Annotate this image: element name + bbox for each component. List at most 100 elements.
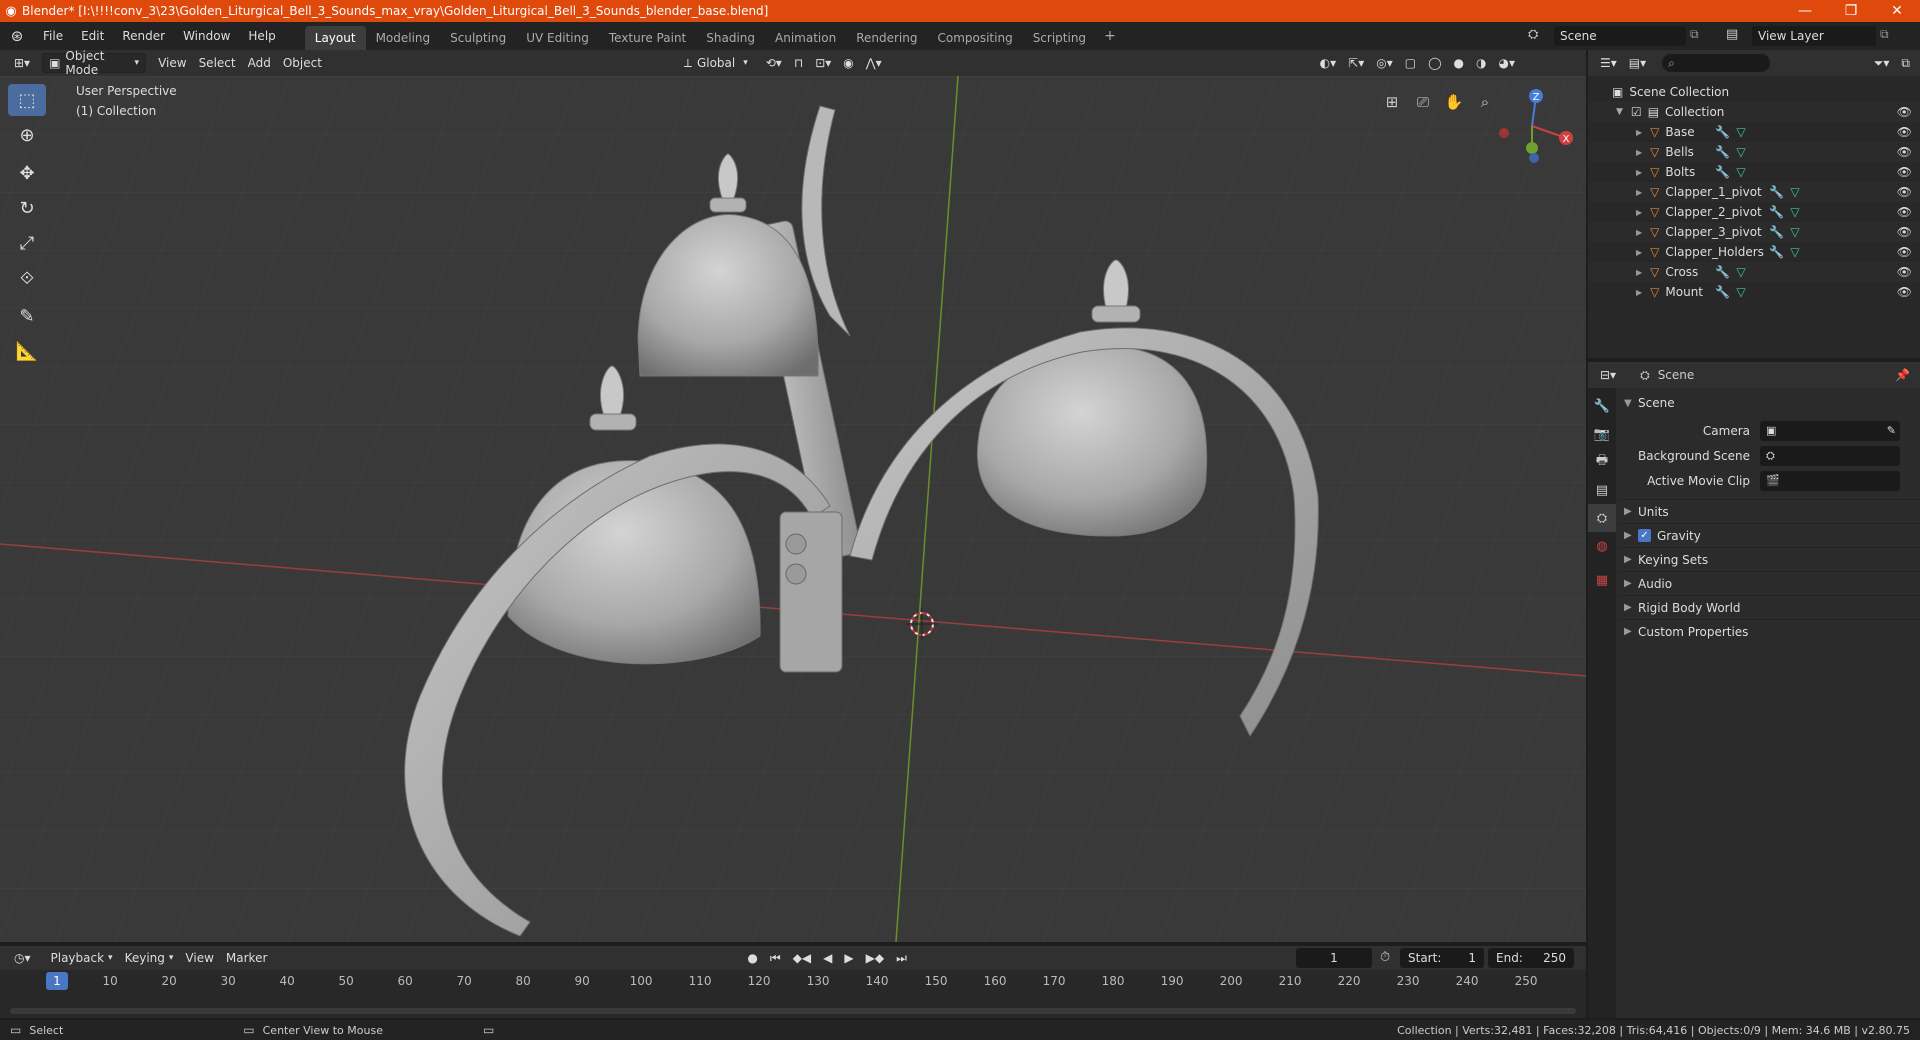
view-layer-icon[interactable]: ▤ [1726,27,1738,42]
snap-icon[interactable]: ⊓ [788,53,809,73]
play-reverse-icon[interactable]: ◀ [817,948,838,968]
add-workspace-icon[interactable]: + [1096,28,1124,44]
audio-panel[interactable]: ▶ Audio [1618,571,1920,595]
timeline-ruler[interactable]: 1 10 20 30 40 50 60 70 80 90 100 110 120 130 140 150 16… [0,970,1586,1018]
collapse-triangle-icon[interactable]: ▼ [1616,107,1623,117]
tab-compositing[interactable]: Compositing [927,26,1022,50]
outliner-object-row[interactable]: ▶ ▽ Clapper_3_pivot 🔧 ▽ 👁 [1588,222,1920,242]
expand-triangle-icon[interactable]: ▶ [1636,248,1642,257]
background-scene-field[interactable]: ⛭ [1760,445,1900,466]
outliner-search-input[interactable]: ⌕ [1662,54,1771,72]
camera-view-icon[interactable]: ⎚ [1410,89,1436,115]
overlay-icon[interactable]: ◎▾ [1370,53,1399,73]
editor-type-icon[interactable]: ⊞▾ [8,53,36,73]
tab-shading[interactable]: Shading [696,26,765,50]
menu-view[interactable]: View [152,53,192,73]
expand-triangle-icon[interactable]: ▶ [1636,268,1642,277]
prev-keyframe-icon[interactable]: ◆◀ [787,948,817,968]
menu-edit[interactable]: Edit [72,22,113,50]
neg-z-axis-handle[interactable] [1529,153,1539,163]
scene-panel-header[interactable]: ▼ Scene [1618,392,1920,414]
keying-sets-panel[interactable]: ▶ Keying Sets [1618,547,1920,571]
tab-modeling[interactable]: Modeling [366,26,441,50]
mesh-data-icon[interactable]: ▽ [1736,285,1745,299]
scene-selector[interactable]: Scene [1554,26,1686,46]
outliner-object-row[interactable]: ▶ ▽ Clapper_2_pivot 🔧 ▽ 👁 [1588,202,1920,222]
pan-hand-icon[interactable]: ✋ [1441,89,1467,115]
outliner-object-row[interactable]: ▶ ▽ Bolts 🔧 ▽ 👁 [1588,162,1920,182]
stopwatch-icon[interactable]: ⏱ [1380,950,1390,965]
outliner-object-row[interactable]: ▶ ▽ Clapper_Holders 🔧 ▽ 👁 [1588,242,1920,262]
new-view-layer-icon[interactable]: ⧉ [1880,27,1889,42]
solid-shading-icon[interactable]: ● [1448,53,1470,73]
filter-icon[interactable]: ⏷▾ [1868,53,1896,73]
menu-marker[interactable]: Marker [220,948,273,968]
mesh-data-icon[interactable]: ▽ [1790,205,1799,219]
gizmo-icon[interactable]: ⇱▾ [1342,53,1370,73]
close-button[interactable]: ✕ [1874,3,1920,19]
expand-triangle-icon[interactable]: ▶ [1636,208,1642,217]
eye-icon[interactable]: 👁 [1897,185,1912,199]
minimize-button[interactable]: — [1782,3,1828,19]
timeline-scrollbar[interactable] [10,1008,1576,1014]
pivot-point-icon[interactable]: ⟲▾ [760,53,788,73]
expand-triangle-icon[interactable]: ▶ [1636,288,1642,297]
checkbox-icon[interactable]: ☑ [1631,105,1642,119]
eye-icon[interactable]: 👁 [1897,145,1912,159]
tab-render-icon[interactable]: 📷 [1588,420,1616,448]
snap-target-icon[interactable]: ⊡▾ [809,53,837,73]
active-movie-clip-field[interactable]: 🎬 [1760,470,1900,491]
camera-field[interactable]: ▣ ✎ [1760,420,1900,441]
tab-layout[interactable]: Layout [304,26,366,50]
new-scene-icon[interactable]: ⧉ [1690,27,1699,42]
mesh-data-icon[interactable]: ▽ [1790,225,1799,239]
pin-icon[interactable]: 📌 [1895,368,1910,382]
wireframe-shading-icon[interactable]: ◯ [1422,53,1447,73]
expand-triangle-icon[interactable]: ▶ [1636,228,1642,237]
menu-render[interactable]: Render [113,22,174,50]
scene-collection-row[interactable]: ▣ Scene Collection [1588,82,1920,102]
outliner-editor-type-icon[interactable]: ☰▾ [1594,53,1623,73]
modifier-wrench-icon[interactable]: 🔧 [1715,125,1730,139]
units-panel[interactable]: ▶ Units [1618,499,1920,523]
rotate-tool-icon[interactable]: ↻ [8,192,46,224]
eye-icon[interactable]: 👁 [1897,165,1912,179]
falloff-icon[interactable]: ⋀▾ [860,53,888,73]
xray-icon[interactable]: ▢ [1399,53,1422,73]
tab-uv-editing[interactable]: UV Editing [516,26,599,50]
tab-view-layer-icon[interactable]: ▤ [1588,476,1616,504]
modifier-wrench-icon[interactable]: 🔧 [1715,265,1730,279]
transform-orientation-selector[interactable]: ⟂ Global ▾ [678,53,754,73]
gravity-panel[interactable]: ▶ ✓ Gravity [1618,523,1920,547]
eye-icon[interactable]: 👁 [1897,125,1912,139]
visibility-icon[interactable]: ◐▾ [1314,53,1343,73]
view-layer-selector[interactable]: View Layer [1752,26,1876,46]
timeline-editor-type-icon[interactable]: ◷▾ [8,948,37,968]
end-frame-field[interactable]: End: 250 [1488,948,1574,968]
tab-texture-icon[interactable]: ▦ [1588,566,1616,594]
tab-world-icon[interactable]: ◍ [1588,532,1616,560]
mesh-data-icon[interactable]: ▽ [1736,145,1745,159]
mode-selector[interactable]: ▣ Object Mode ▾ [42,49,147,77]
grid-toggle-icon[interactable]: ⊞ [1379,89,1405,115]
current-frame-indicator[interactable]: 1 [46,972,68,990]
expand-triangle-icon[interactable]: ▶ [1636,128,1642,137]
material-shading-icon[interactable]: ◑ [1470,53,1492,73]
mesh-data-icon[interactable]: ▽ [1736,265,1745,279]
tab-texture-paint[interactable]: Texture Paint [599,26,696,50]
expand-triangle-icon[interactable]: ▶ [1636,168,1642,177]
cursor-tool-icon[interactable]: ⊕ [8,119,46,151]
collection-row[interactable]: ▼ ☑ ▤ Collection 👁 [1588,102,1920,122]
y-axis-handle[interactable] [1526,142,1538,154]
tab-scene-icon[interactable]: ⛭ [1588,504,1616,532]
measure-tool-icon[interactable]: 📐 [8,335,46,367]
properties-editor-type-icon[interactable]: ⊟▾ [1594,365,1622,385]
tab-sculpting[interactable]: Sculpting [440,26,516,50]
menu-select[interactable]: Select [193,53,242,73]
jump-start-icon[interactable]: ⏮ [764,948,787,968]
expand-triangle-icon[interactable]: ▶ [1636,148,1642,157]
tab-animation[interactable]: Animation [765,26,846,50]
eye-icon[interactable]: 👁 [1897,205,1912,219]
tab-output-icon[interactable]: 🖶 [1588,448,1616,476]
eye-icon[interactable]: 👁 [1897,225,1912,239]
